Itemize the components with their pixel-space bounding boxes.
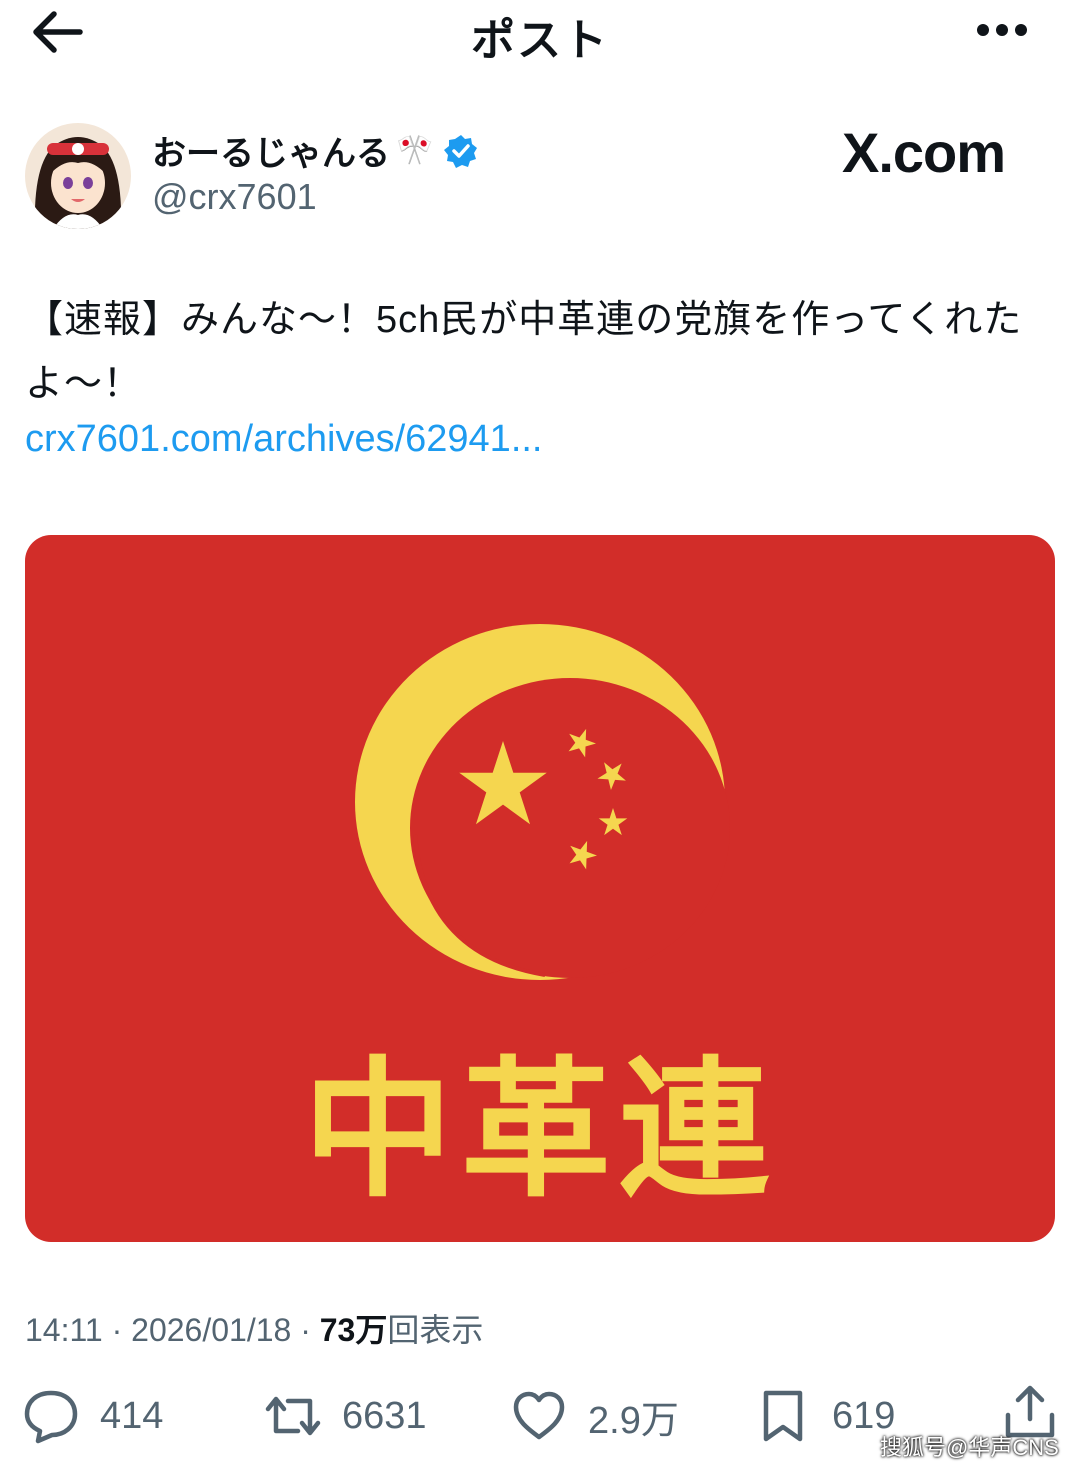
crossed-flags-emoji: 🎌 xyxy=(396,134,434,167)
reply-count: 414 xyxy=(100,1394,164,1437)
x-com-watermark: X.com xyxy=(842,121,1006,184)
source-watermark: 搜狐号@华声CNS xyxy=(880,1435,1059,1460)
post-text: 【速報】みんな～！5ch民が中革連の党旗を作ってくれたよ～！ xyxy=(25,299,1023,405)
post-date: 2026/01/18 xyxy=(131,1312,292,1348)
like-count: 2.9万 xyxy=(588,1399,679,1442)
post-meta: 14:11 · 2026/01/18 · 73万回表示 xyxy=(25,1305,483,1351)
post-link[interactable]: crx7601.com/archives/62941... xyxy=(25,418,543,461)
bookmark-button[interactable]: 619 xyxy=(754,1383,895,1449)
avatar[interactable] xyxy=(25,123,131,229)
reply-button[interactable]: 414 xyxy=(22,1383,163,1449)
verified-badge-icon xyxy=(444,134,478,168)
like-button[interactable]: 2.9万 xyxy=(510,1383,679,1449)
repost-count: 6631 xyxy=(342,1394,427,1437)
post-image[interactable]: 中革連 xyxy=(25,535,1055,1242)
author-handle[interactable]: @crx7601 xyxy=(152,176,317,218)
reply-icon xyxy=(24,1390,78,1444)
repost-button[interactable]: 6631 xyxy=(264,1383,427,1449)
avatar-image xyxy=(25,123,131,229)
bookmark-icon xyxy=(763,1390,803,1442)
more-button[interactable] xyxy=(972,10,1032,50)
views-label: 回表示 xyxy=(387,1312,484,1348)
repost-icon xyxy=(265,1396,321,1436)
meta-separator-2: · xyxy=(291,1312,320,1348)
author-name[interactable]: おーるじゃんる 🎌 xyxy=(152,126,479,175)
post-time: 14:11 xyxy=(25,1312,103,1348)
like-icon xyxy=(513,1391,565,1440)
more-icon xyxy=(977,24,1027,36)
display-name-text: おーるじゃんる xyxy=(152,135,390,173)
page-title: ポスト xyxy=(471,16,609,65)
flag-label: 中革連 xyxy=(302,1044,777,1218)
views-count: 73万 xyxy=(319,1312,388,1348)
meta-separator: · xyxy=(102,1312,132,1348)
